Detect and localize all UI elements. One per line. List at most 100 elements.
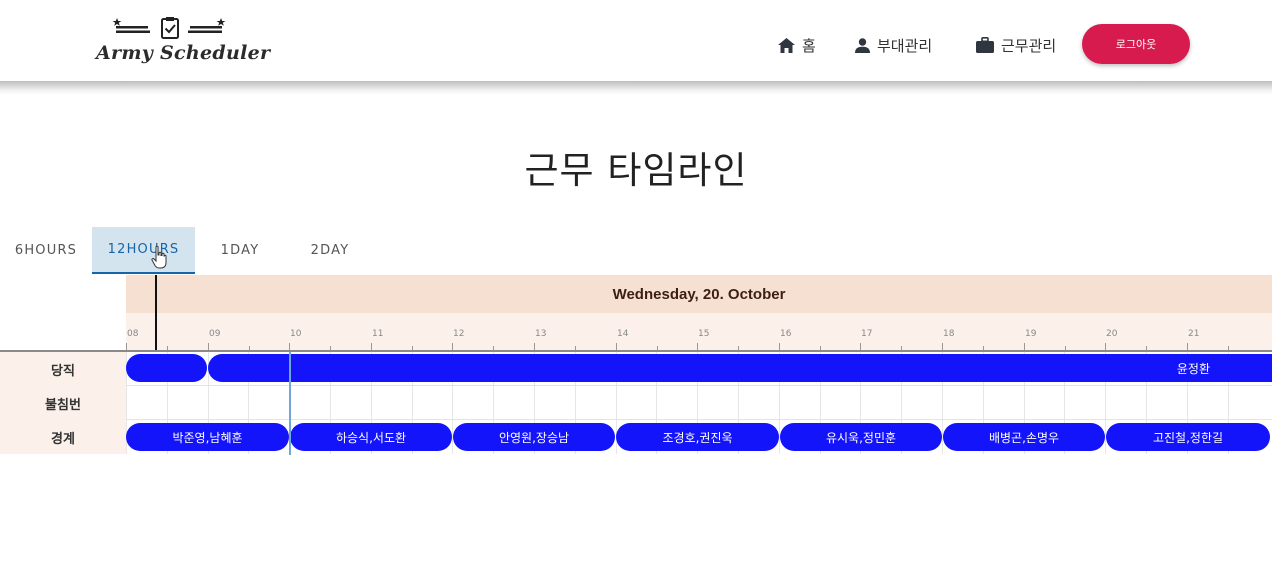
timeline-row-night-watch: 불침번 xyxy=(0,386,1272,420)
hour-tick xyxy=(1187,343,1188,350)
hour-tick-label: 18 xyxy=(943,329,955,339)
grid-line xyxy=(493,386,494,420)
hour-tick xyxy=(289,343,290,350)
app-logo[interactable]: Army Scheduler xyxy=(96,16,270,72)
nav-unit-management-label: 부대관리 xyxy=(877,36,933,55)
hour-tick xyxy=(371,343,372,350)
nav-unit-management[interactable]: 부대관리 xyxy=(855,34,932,56)
grid-line xyxy=(820,386,821,420)
hour-tick-label: 10 xyxy=(290,329,302,339)
row-body-guard: 박준영,남혜훈 하승식,서도환 안영원,장승남 조경호,권진욱 유시욱,정민훈 … xyxy=(126,420,1272,454)
hour-tick-label: 19 xyxy=(1025,329,1037,339)
row-label-duty: 당직 xyxy=(0,352,126,386)
selected-time-marker xyxy=(289,352,291,455)
grid-line xyxy=(248,386,249,420)
hour-tick xyxy=(534,343,535,350)
home-icon xyxy=(778,37,795,53)
guard-shift-bar[interactable]: 박준영,남혜훈 xyxy=(126,423,289,451)
row-label-guard: 경계 xyxy=(0,420,126,454)
guard-shift-bar[interactable]: 하승식,서도환 xyxy=(290,423,452,451)
grid-line xyxy=(656,386,657,420)
hour-tick-label: 11 xyxy=(372,329,384,339)
timeline-row-duty: 당직 윤정환 xyxy=(0,352,1272,386)
hand-cursor-icon xyxy=(151,246,167,269)
hour-tick xyxy=(208,343,209,350)
guard-shift-bar[interactable]: 조경호,권진욱 xyxy=(616,423,779,451)
hour-tick-label: 13 xyxy=(535,329,547,339)
timeline-row-guard: 경계 박준영,남혜훈 하승식,서도환 안영원,장승남 조경호,권진욱 유시욱,정… xyxy=(0,420,1272,454)
timeline-date-label: Wednesday, 20. October xyxy=(612,285,786,303)
grid-line xyxy=(616,386,617,420)
grid-line xyxy=(1105,386,1106,420)
logo-emblem-icon xyxy=(112,17,226,39)
guard-shift-label: 유시욱,정민훈 xyxy=(825,430,897,445)
hour-tick xyxy=(452,343,453,350)
row-body-night-watch xyxy=(126,386,1272,420)
grid-line xyxy=(167,386,168,420)
guard-shift-label: 조경호,권진욱 xyxy=(662,430,733,445)
hour-tick-label: 21 xyxy=(1188,329,1200,339)
timeline-hour-axis: 08 09 10 11 12 13 14 15 16 17 18 19 20 21 xyxy=(126,313,1272,350)
row-body-duty: 윤정환 xyxy=(126,352,1272,386)
guard-shift-label: 배병곤,손명우 xyxy=(988,430,1060,445)
grid-line xyxy=(983,386,984,420)
hour-tick-label: 16 xyxy=(780,329,792,339)
tab-6hours[interactable]: 6HOURS xyxy=(0,227,92,274)
hour-tick xyxy=(779,343,780,350)
navbar-shadow xyxy=(0,81,1272,95)
grid-line xyxy=(1146,386,1147,420)
nav-home[interactable]: 홈 xyxy=(778,34,816,56)
grid-line xyxy=(534,386,535,420)
grid-line xyxy=(208,386,209,420)
grid-line xyxy=(779,386,780,420)
hour-tick-label: 12 xyxy=(453,329,465,339)
hour-tick-label: 20 xyxy=(1106,329,1118,339)
nav-duty-management[interactable]: 근무관리 xyxy=(976,34,1056,56)
top-navbar: Army Scheduler 홈 부대관리 근무관리 로그아웃 xyxy=(0,0,1272,81)
timeline-date-header: Wednesday, 20. October xyxy=(126,275,1272,313)
current-time-marker xyxy=(155,275,157,350)
grid-line xyxy=(575,386,576,420)
grid-line xyxy=(860,386,861,420)
guard-shift-bar[interactable]: 고진철,정한길 xyxy=(1106,423,1270,451)
hour-tick-label: 17 xyxy=(861,329,873,339)
briefcase-icon xyxy=(976,37,994,53)
duty-bar[interactable] xyxy=(126,354,207,382)
duty-bar[interactable]: 윤정환 xyxy=(208,354,1272,382)
guard-shift-label: 하승식,서도환 xyxy=(335,430,407,445)
hour-tick xyxy=(1024,343,1025,350)
logout-button[interactable]: 로그아웃 xyxy=(1082,24,1190,64)
guard-shift-bar[interactable]: 유시욱,정민훈 xyxy=(780,423,942,451)
grid-line xyxy=(1187,386,1188,420)
guard-shift-bar[interactable]: 배병곤,손명우 xyxy=(943,423,1105,451)
grid-line xyxy=(1228,386,1229,420)
hour-tick xyxy=(1105,343,1106,350)
grid-line xyxy=(126,386,127,420)
grid-line xyxy=(412,386,413,420)
hour-tick-label: 14 xyxy=(617,329,629,339)
hour-tick xyxy=(860,343,861,350)
hour-tick xyxy=(942,343,943,350)
row-label-night-watch: 불침번 xyxy=(0,386,126,420)
tab-12hours[interactable]: 12HOURS xyxy=(92,227,195,274)
tab-1day[interactable]: 1DAY xyxy=(195,227,285,274)
page-title: 근무 타임라인 xyxy=(524,149,748,192)
logo-text: Army Scheduler xyxy=(96,42,271,64)
grid-line xyxy=(452,386,453,420)
hour-tick xyxy=(126,343,127,350)
grid-line xyxy=(697,386,698,420)
grid-line xyxy=(738,386,739,420)
grid-line xyxy=(1064,386,1065,420)
guard-shift-label: 박준영,남혜훈 xyxy=(172,430,243,445)
grid-line xyxy=(371,386,372,420)
hour-tick-label: 09 xyxy=(209,329,221,339)
guard-shift-label: 안영원,장승남 xyxy=(498,430,570,445)
hour-tick-label: 15 xyxy=(698,329,710,339)
tab-2day[interactable]: 2DAY xyxy=(285,227,375,274)
duty-bar-label: 윤정환 xyxy=(1176,361,1210,376)
nav-duty-management-label: 근무관리 xyxy=(1001,36,1057,55)
grid-line xyxy=(1024,386,1025,420)
grid-line xyxy=(901,386,902,420)
guard-shift-bar[interactable]: 안영원,장승남 xyxy=(453,423,615,451)
guard-shift-label: 고진철,정한길 xyxy=(1152,430,1224,445)
